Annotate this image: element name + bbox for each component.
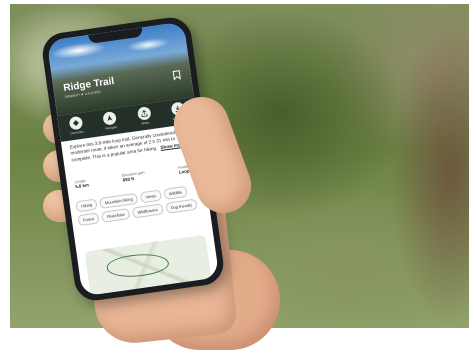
- navigate-label: Navigate: [105, 124, 118, 131]
- tag-chip[interactable]: Wildflowers: [131, 203, 164, 219]
- directions-button[interactable]: Directions: [61, 115, 91, 137]
- trail-stats: Length 5.8 km Elevation gain 693 ft Rout…: [74, 163, 196, 189]
- tag-chip[interactable]: Mountain biking: [99, 192, 139, 209]
- tag-chip[interactable]: Wildlife: [163, 185, 188, 200]
- tag-chip[interactable]: Forest: [77, 212, 100, 227]
- navigate-icon: [102, 110, 118, 126]
- share-button[interactable]: Share: [129, 105, 159, 127]
- tag-chip[interactable]: Views: [139, 189, 162, 204]
- stat-length: Length 5.8 km: [74, 178, 89, 189]
- tag-chip[interactable]: River/lake: [101, 208, 131, 223]
- navigate-button[interactable]: Navigate: [95, 110, 125, 132]
- tag-chip[interactable]: Dog friendly: [165, 198, 198, 214]
- trail-tags: Hiking Mountain biking Views Wildlife Fo…: [75, 184, 203, 227]
- trail-route-line: [105, 250, 171, 281]
- share-label: Share: [141, 120, 150, 126]
- stat-elevation: Elevation gain 693 ft: [122, 171, 146, 183]
- share-icon: [136, 106, 152, 121]
- directions-label: Directions: [70, 129, 84, 136]
- directions-icon: [68, 115, 84, 131]
- blurred-figure: [350, 4, 469, 328]
- tag-chip[interactable]: Hiking: [75, 198, 98, 213]
- trail-map[interactable]: [84, 234, 212, 296]
- bookmark-icon[interactable]: [172, 67, 181, 81]
- stat-length-value: 5.8 km: [74, 182, 90, 190]
